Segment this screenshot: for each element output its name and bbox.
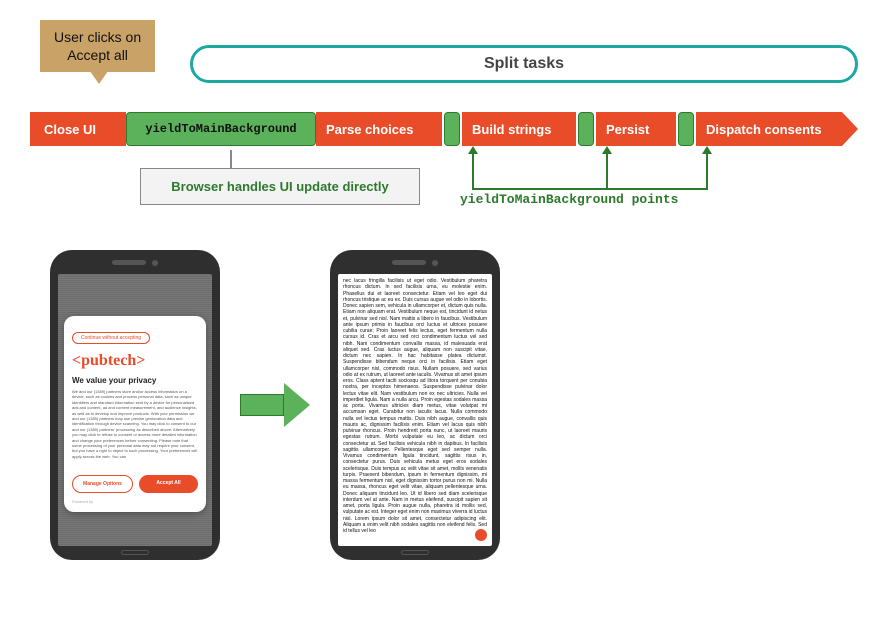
close-ui-label: Close UI: [44, 122, 96, 137]
manage-options-label: Manage Options: [83, 481, 122, 487]
brand-logo: <pubtech>: [72, 352, 198, 370]
split-tasks-pill: Split tasks: [190, 45, 858, 83]
yield-main-block: yieldToMainBackground: [126, 112, 316, 146]
phone-after: nec lacus fringilla facilisis ut eget od…: [330, 250, 500, 560]
arrow-up-icon-1: [472, 154, 474, 188]
consent-body-text: We and our (1389) partners store and/or …: [72, 389, 198, 467]
yield-chip-1: [444, 112, 460, 146]
arrow-up-icon-3: [706, 154, 708, 188]
transition-arrow-icon: [240, 383, 310, 427]
phone-before: Continue without accepting <pubtech> We …: [50, 250, 220, 560]
build-label: Build strings: [472, 122, 551, 137]
yield-points-connector: [472, 188, 708, 190]
callout-tail-icon: [85, 64, 113, 84]
callout-line2: Accept all: [67, 47, 128, 63]
phone-after-screen: nec lacus fringilla facilisis ut eget od…: [338, 274, 492, 546]
parse-label: Parse choices: [326, 122, 413, 137]
accept-all-button[interactable]: Accept All: [139, 475, 198, 493]
floating-action-icon: [475, 529, 487, 541]
powered-by-label: Powered by: [72, 499, 198, 504]
persist-label: Persist: [606, 122, 649, 137]
segment-parse-choices: Parse choices: [316, 112, 442, 146]
segment-build-strings: Build strings: [462, 112, 576, 146]
segment-dispatch: Dispatch consents: [696, 112, 842, 146]
yield-points-text: yieldToMainBackground points: [460, 192, 678, 207]
arrow-up-icon-2: [606, 154, 608, 188]
browser-handles-label: Browser handles UI update directly: [171, 179, 388, 194]
timeline-arrowhead-icon: [842, 112, 858, 146]
segment-close-ui: Close UI: [30, 112, 126, 146]
yield-chip-3: [678, 112, 694, 146]
accept-all-label: Accept All: [156, 480, 180, 486]
dispatch-label: Dispatch consents: [706, 122, 822, 137]
split-tasks-label: Split tasks: [484, 55, 564, 73]
home-button-icon: [401, 550, 429, 555]
phone-before-screen: Continue without accepting <pubtech> We …: [58, 274, 212, 546]
browser-handles-box: Browser handles UI update directly: [140, 168, 420, 205]
manage-options-button[interactable]: Manage Options: [72, 475, 133, 493]
continue-without-label: Continue without accepting: [81, 335, 141, 341]
consent-heading: We value your privacy: [72, 376, 198, 385]
task-timeline: Close UI yieldToMainBackground Parse cho…: [30, 112, 858, 146]
phone-notch-icon: [338, 260, 492, 268]
callout-line1: User clicks on: [54, 29, 141, 45]
phone-notch-icon: [58, 260, 212, 268]
continue-without-link[interactable]: Continue without accepting: [72, 332, 150, 344]
yield-chip-2: [578, 112, 594, 146]
page-content-text: nec lacus fringilla facilisis ut eget od…: [338, 274, 492, 546]
yield-main-label: yieldToMainBackground: [145, 122, 296, 136]
segment-persist: Persist: [596, 112, 676, 146]
consent-dialog: Continue without accepting <pubtech> We …: [64, 316, 206, 512]
home-button-icon: [121, 550, 149, 555]
yield-points-label: yieldToMainBackground points: [460, 192, 678, 207]
connector-line: [230, 150, 232, 168]
